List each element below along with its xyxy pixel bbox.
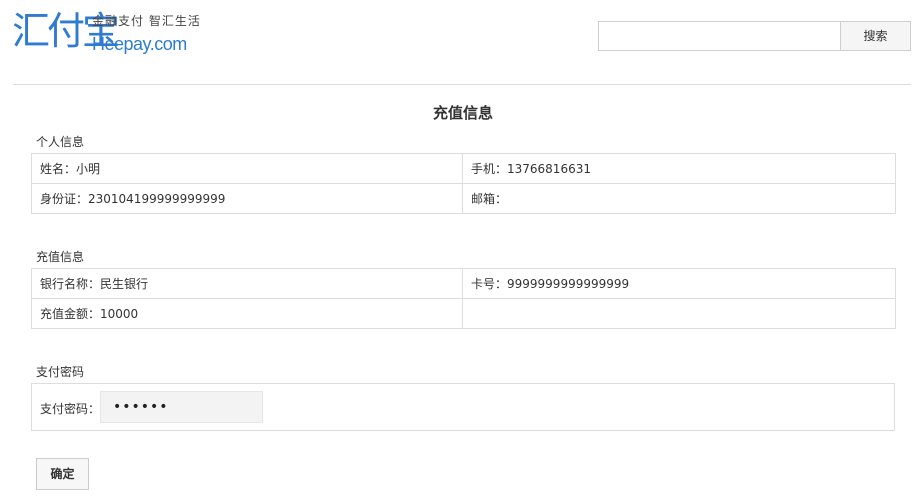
name-cell: 姓名：小明 bbox=[31, 153, 463, 184]
heepay-logo: 汇付宝 金融支付 智汇生活 Heepay.com bbox=[12, 8, 200, 62]
table-row: 姓名：小明 手机：13766816631 bbox=[31, 153, 896, 184]
personal-info-label: 个人信息 bbox=[36, 135, 85, 149]
search-button[interactable]: 搜索 bbox=[840, 21, 911, 51]
confirm-button[interactable]: 确定 bbox=[36, 458, 89, 490]
bank-name-cell: 银行名称：民生银行 bbox=[31, 268, 463, 299]
page-title: 充值信息 bbox=[432, 104, 493, 122]
header-divider bbox=[13, 84, 911, 85]
email-cell: 邮箱： bbox=[462, 183, 896, 214]
recharge-info-label: 充值信息 bbox=[36, 250, 85, 264]
id-card-cell: 身份证：230104199999999999 bbox=[31, 183, 463, 214]
table-row: 充值金额：10000 bbox=[31, 298, 896, 329]
payment-password-input[interactable]: •••••• bbox=[100, 391, 263, 423]
personal-info-table: 姓名：小明 手机：13766816631 身份证：230104199999999… bbox=[31, 153, 896, 214]
table-row: 银行名称：民生银行 卡号：9999999999999999 bbox=[31, 268, 896, 299]
payment-password-panel: 支付密码： •••••• bbox=[31, 383, 895, 431]
card-number-cell: 卡号：9999999999999999 bbox=[462, 268, 896, 299]
table-row: 身份证：230104199999999999 邮箱： bbox=[31, 183, 896, 214]
payment-password-label: 支付密码 bbox=[36, 365, 85, 379]
recharge-info-table: 银行名称：民生银行 卡号：9999999999999999 充值金额：10000 bbox=[31, 268, 896, 329]
logo-slogan: 金融支付 智汇生活 bbox=[92, 14, 201, 28]
logo-domain: Heepay.com bbox=[92, 34, 187, 54]
password-field-label: 支付密码： bbox=[40, 402, 101, 416]
search-input[interactable] bbox=[598, 21, 840, 51]
empty-cell bbox=[462, 298, 896, 329]
search-bar: 搜索 bbox=[598, 21, 911, 51]
amount-cell: 充值金额：10000 bbox=[31, 298, 463, 329]
phone-cell: 手机：13766816631 bbox=[462, 153, 896, 184]
